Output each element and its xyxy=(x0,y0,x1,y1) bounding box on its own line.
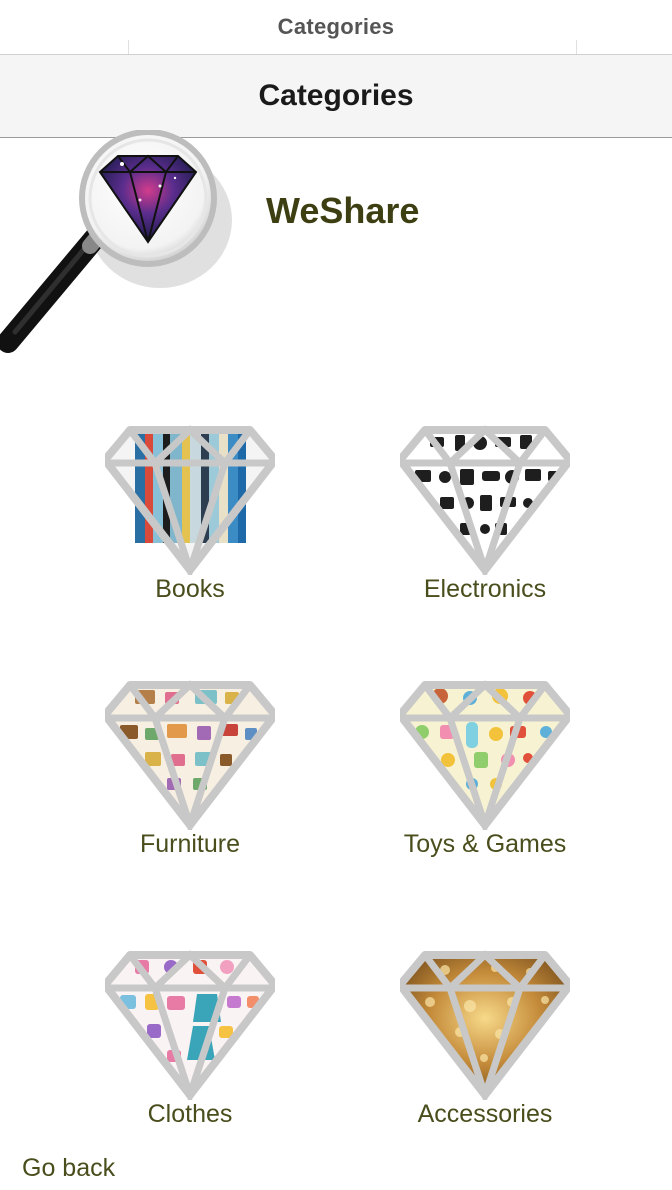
category-clothes[interactable]: Clothes xyxy=(60,950,320,1160)
category-label: Clothes xyxy=(147,1100,233,1128)
category-books[interactable]: Books xyxy=(60,425,320,635)
category-label: Accessories xyxy=(417,1100,553,1128)
category-accessories[interactable]: Accessories xyxy=(355,950,615,1160)
category-label: Toys & Games xyxy=(403,830,567,858)
nav-bar: Categories xyxy=(0,55,672,138)
status-divider xyxy=(576,40,577,54)
accessories-diamond-icon xyxy=(400,950,570,1100)
status-divider xyxy=(128,40,129,54)
furniture-diamond-icon xyxy=(105,680,275,830)
category-toys-games[interactable]: Toys & Games xyxy=(355,680,615,890)
category-furniture[interactable]: Furniture xyxy=(60,680,320,890)
status-bar: Categories xyxy=(0,0,672,55)
electronics-diamond-icon xyxy=(400,425,570,575)
clothes-diamond-icon xyxy=(105,950,275,1100)
page-title: Categories xyxy=(258,79,414,112)
category-label: Books xyxy=(155,575,225,603)
books-diamond-icon xyxy=(105,425,275,575)
category-label: Electronics xyxy=(423,575,547,603)
category-label: Furniture xyxy=(139,830,241,858)
category-electronics[interactable]: Electronics xyxy=(355,425,615,635)
status-title: Categories xyxy=(277,14,395,39)
weshare-logo-icon xyxy=(0,130,232,353)
brand-name: WeShare xyxy=(266,190,420,231)
toys-diamond-icon xyxy=(400,680,570,830)
go-back-link[interactable]: Go back xyxy=(22,1154,115,1183)
